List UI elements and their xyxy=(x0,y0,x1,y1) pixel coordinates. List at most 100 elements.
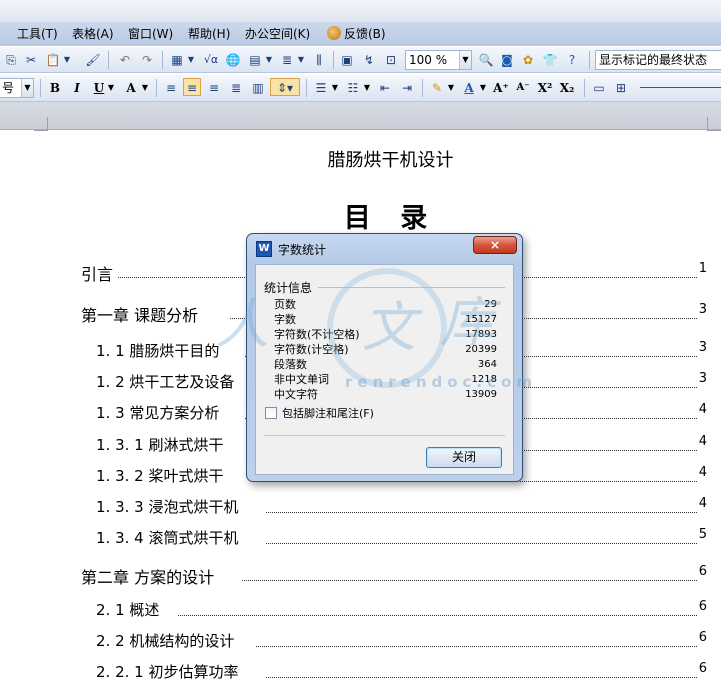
copy-icon[interactable]: ⎘ xyxy=(2,51,20,69)
toc-heading: 目 录 xyxy=(343,203,438,234)
help-icon[interactable]: ? xyxy=(563,51,581,69)
cut-icon[interactable]: ✂ xyxy=(22,51,40,69)
subscript-button[interactable]: X₂ xyxy=(558,79,576,97)
wps-online-icon[interactable]: ◙ xyxy=(498,51,516,69)
toc-page-number: 6 xyxy=(698,564,707,579)
superscript-button[interactable]: X² xyxy=(536,79,554,97)
insert-map-icon[interactable]: 🌐 xyxy=(224,51,242,69)
watermark-char: 库 xyxy=(440,291,494,354)
border-icon[interactable]: ⊞ xyxy=(612,79,630,97)
paragraph-marks-icon[interactable]: ↯ xyxy=(360,51,378,69)
toc-entry-text: 1. 3. 4 滚筒式烘干机 xyxy=(96,527,241,548)
numbered-list-dropdown-icon[interactable]: ▼ xyxy=(330,79,340,97)
watermark-char: 文 xyxy=(362,296,416,359)
toc-entry-text: 1. 2 烘干工艺及设备 xyxy=(96,371,237,392)
insert-formula-icon[interactable]: √α xyxy=(200,51,222,69)
align-center-icon[interactable]: ≡ xyxy=(183,78,201,96)
close-icon[interactable]: × xyxy=(473,236,517,254)
menu-office-space[interactable]: 办公空间(K) xyxy=(245,25,310,43)
bold-button[interactable]: B xyxy=(46,79,64,97)
font-color-button[interactable]: A xyxy=(460,79,478,97)
track-changes-display-combo[interactable]: 显示标记的最终状态 xyxy=(595,50,721,70)
menu-table[interactable]: 表格(A) xyxy=(72,25,114,43)
stat-value: 364 xyxy=(477,359,497,370)
toolbar-divider xyxy=(40,79,41,97)
grow-font-icon[interactable]: A⁺ xyxy=(492,79,510,97)
toc-entry-text: 2. 2. 1 初步估算功率 xyxy=(96,661,241,682)
toc-entry-text: 1. 3. 2 桨叶式烘干 xyxy=(96,465,226,486)
table-dropdown-icon[interactable]: ▼ xyxy=(186,51,196,69)
char-shading-icon[interactable]: A xyxy=(122,79,140,97)
template-icon[interactable]: ✿ xyxy=(519,51,537,69)
increase-indent-icon[interactable]: ⇥ xyxy=(398,79,416,97)
border-line-style-preview[interactable] xyxy=(640,87,721,88)
align-left-icon[interactable]: ≡ xyxy=(162,79,180,97)
font-size-combo[interactable]: 号 ▼ xyxy=(0,78,34,98)
columns-dropdown-icon[interactable]: ▼ xyxy=(296,51,306,69)
track-changes-value: 显示标记的最终状态 xyxy=(599,53,708,67)
decrease-indent-icon[interactable]: ⇤ xyxy=(376,79,394,97)
toc-entry[interactable]: 1. 3. 4 滚筒式烘干机 5 xyxy=(0,527,707,549)
toc-entry-text: 1. 1 腊肠烘干目的 xyxy=(96,340,222,361)
shading-dropdown-icon[interactable]: ▼ xyxy=(140,79,150,97)
insert-grid-icon[interactable]: ▤ xyxy=(246,51,264,69)
bulleted-list-dropdown-icon[interactable]: ▼ xyxy=(362,79,372,97)
grid-dropdown-icon[interactable]: ▼ xyxy=(264,51,274,69)
toc-entry[interactable]: 第二章 方案的设计 6 xyxy=(0,564,707,588)
include-footnotes-checkbox[interactable] xyxy=(265,407,277,419)
zoom-combo[interactable]: 100 % ▼ xyxy=(405,50,472,70)
line-spacing-icon[interactable]: ⇕▾ xyxy=(270,78,300,96)
highlight-dropdown-icon[interactable]: ▼ xyxy=(446,79,456,97)
shirt-icon[interactable]: 👕 xyxy=(541,51,559,69)
chevron-down-icon[interactable]: ▼ xyxy=(21,79,33,97)
menu-feedback[interactable]: 反馈(B) xyxy=(327,25,386,43)
toc-entry-text: 1. 3. 1 刷淋式烘干 xyxy=(96,434,226,455)
toc-page-number: 3 xyxy=(698,340,707,355)
columns-icon[interactable]: ≣ xyxy=(278,51,296,69)
format-painter-icon[interactable]: 🖌 xyxy=(84,51,102,69)
toc-entry-text: 1. 3 常见方案分析 xyxy=(96,402,222,423)
redo-icon[interactable]: ↷ xyxy=(138,51,156,69)
find-icon[interactable]: 🔍 xyxy=(477,51,495,69)
paste-icon[interactable]: 📋 xyxy=(44,51,62,69)
toc-entry[interactable]: 2. 2. 1 初步估算功率 6 xyxy=(0,661,707,683)
toc-leader-dots xyxy=(178,615,697,616)
underline-dropdown-icon[interactable]: ▼ xyxy=(106,79,116,97)
align-right-icon[interactable]: ≡ xyxy=(205,79,223,97)
toc-entry[interactable]: 2. 2 机械结构的设计 6 xyxy=(0,630,707,652)
toc-entry-text: 2. 2 机械结构的设计 xyxy=(96,630,237,651)
chart-icon[interactable]: ⫼ xyxy=(310,51,328,69)
numbered-list-icon[interactable]: ☰ xyxy=(312,79,330,97)
undo-icon[interactable]: ↶ xyxy=(116,51,134,69)
close-button[interactable]: 关闭 xyxy=(426,447,502,468)
toolbar-divider xyxy=(156,79,157,97)
highlight-icon[interactable]: ✎ xyxy=(428,79,446,97)
text-box-icon[interactable]: ▭ xyxy=(590,79,608,97)
document-map-icon[interactable]: ▣ xyxy=(338,51,356,69)
include-footnotes-option[interactable]: 包括脚注和尾注(F) xyxy=(265,407,374,420)
paste-dropdown-icon[interactable]: ▼ xyxy=(62,51,72,69)
toc-entry[interactable]: 2. 1 概述 6 xyxy=(0,599,707,621)
toc-page-number: 6 xyxy=(698,661,707,676)
menu-tools[interactable]: 工具(T) xyxy=(17,25,58,43)
chevron-down-icon[interactable]: ▼ xyxy=(459,51,471,69)
shrink-font-icon[interactable]: A⁻ xyxy=(514,79,532,97)
stat-label: 非中文单词 xyxy=(274,373,329,386)
italic-button[interactable]: I xyxy=(68,79,86,97)
toolbar-divider xyxy=(162,51,163,69)
show-hide-icon[interactable]: ⊡ xyxy=(382,51,400,69)
menu-help[interactable]: 帮助(H) xyxy=(188,25,230,43)
insert-table-icon[interactable]: ▦ xyxy=(168,51,186,69)
menu-window[interactable]: 窗口(W) xyxy=(128,25,173,43)
bulleted-list-icon[interactable]: ☷ xyxy=(344,79,362,97)
toc-entry[interactable]: 1. 3. 3 浸泡式烘干机 4 xyxy=(0,496,707,518)
statistics-group-label: 统计信息 xyxy=(264,281,313,295)
toc-page-number: 5 xyxy=(698,527,707,542)
stat-label: 页数 xyxy=(274,298,296,311)
page-corner-mark xyxy=(707,117,721,131)
distributed-align-icon[interactable]: ▥ xyxy=(249,79,267,97)
justify-icon[interactable]: ≣ xyxy=(227,79,245,97)
toc-page-number: 1 xyxy=(698,261,707,276)
font-color-dropdown-icon[interactable]: ▼ xyxy=(478,79,488,97)
stat-label: 字数 xyxy=(274,313,296,326)
